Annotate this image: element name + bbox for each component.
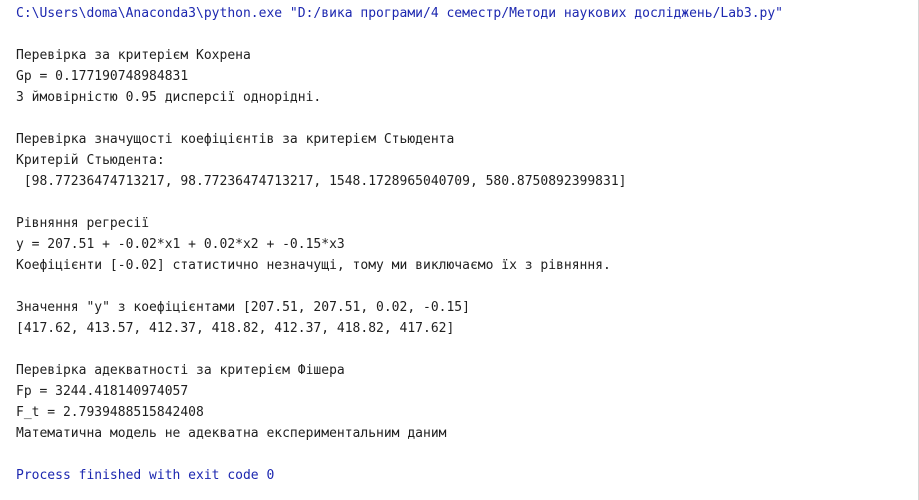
ft-value: F_t = 2.7939488515842408 (16, 405, 204, 420)
cochran-header: Перевірка за критерієм Кохрена (16, 48, 251, 63)
student-values: [98.77236474713217, 98.77236474713217, 1… (16, 174, 627, 189)
fp-value: Fp = 3244.418140974057 (16, 384, 189, 399)
run-command-line: C:\Users\doma\Anaconda3\python.exe "D:/в… (16, 6, 784, 21)
process-exit-message: Process finished with exit code 0 (16, 468, 275, 483)
y-values-header: Значення "у" з коефіцієнтами [207.51, 20… (16, 300, 470, 315)
gp-value: Gp = 0.177190748984831 (16, 69, 189, 84)
student-label: Критерій Стьюдента: (16, 153, 165, 168)
y-values: [417.62, 413.57, 412.37, 418.82, 412.37,… (16, 321, 455, 336)
run-console-output[interactable]: C:\Users\doma\Anaconda3\python.exe "D:/в… (0, 0, 919, 500)
student-header: Перевірка значущості коефіцієнтів за кри… (16, 132, 455, 147)
regression-header: Рівняння регресії (16, 216, 150, 231)
fisher-result: Математична модель не адекватна експерим… (16, 426, 447, 441)
regression-equation: y = 207.51 + -0.02*x1 + 0.02*x2 + -0.15*… (16, 237, 345, 252)
fisher-header: Перевірка адекватності за критерієм Фіше… (16, 363, 345, 378)
insignificant-coefficients: Коефіцієнти [-0.02] статистично незначущ… (16, 258, 611, 273)
cochran-result: З ймовірністю 0.95 дисперсії однорідні. (16, 90, 322, 105)
